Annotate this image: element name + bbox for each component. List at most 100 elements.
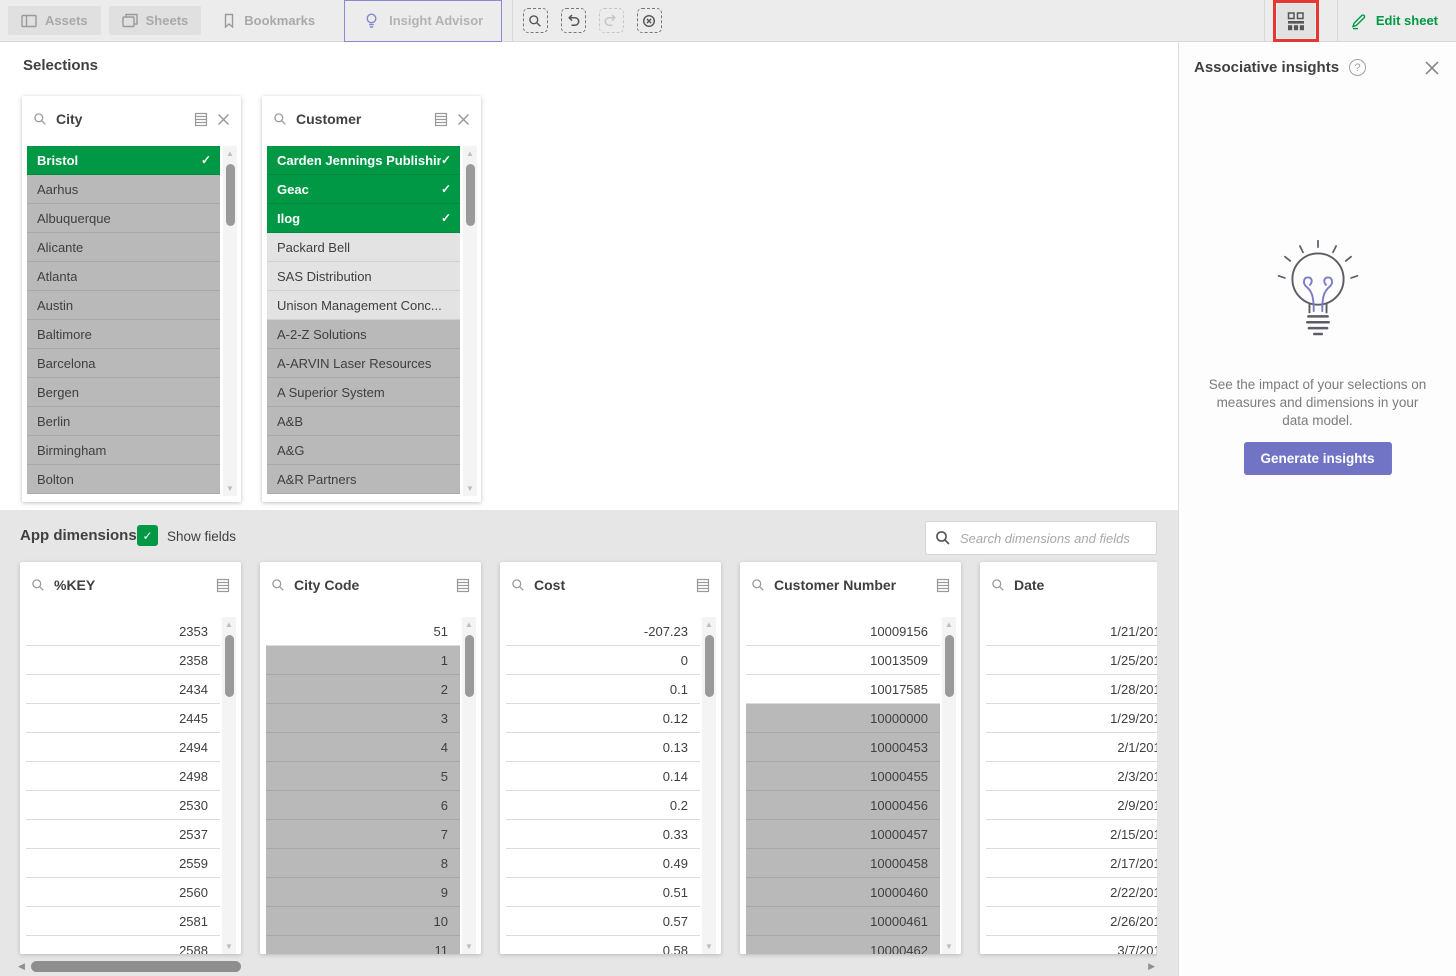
list-item[interactable]: 0.51 — [506, 878, 700, 907]
scroll-up-icon[interactable]: ▲ — [466, 146, 474, 161]
list-item[interactable]: Atlanta — [27, 262, 220, 291]
scroll-down-icon[interactable]: ▼ — [705, 939, 713, 954]
list-item[interactable]: 2/3/2012 — [986, 762, 1157, 791]
list-item[interactable]: 2 — [266, 675, 460, 704]
list-item[interactable]: 2/17/2012 — [986, 849, 1157, 878]
list-item[interactable]: 8 — [266, 849, 460, 878]
horizontal-scrollbar[interactable]: ◀ ▶ — [18, 960, 1155, 973]
scroll-up-icon[interactable]: ▲ — [225, 617, 233, 632]
list-item[interactable]: A-ARVIN Laser Resources — [267, 349, 460, 378]
step-back-button[interactable] — [557, 5, 589, 37]
vertical-scrollbar[interactable]: ▲ ▼ — [222, 617, 236, 954]
list-item[interactable]: 10000457 — [746, 820, 940, 849]
list-item[interactable]: 0 — [506, 646, 700, 675]
list-item[interactable]: 10000461 — [746, 907, 940, 936]
list-item[interactable]: 2/9/2012 — [986, 791, 1157, 820]
vertical-scrollbar[interactable]: ▲ ▼ — [942, 617, 956, 954]
search-icon[interactable] — [991, 578, 1005, 592]
list-item[interactable]: 9 — [266, 878, 460, 907]
insight-advisor-button[interactable]: Insight Advisor — [344, 0, 502, 42]
list-item[interactable]: Bristol✓ — [27, 146, 220, 175]
bookmarks-button[interactable]: Bookmarks — [209, 6, 328, 35]
horizontal-scroll-thumb[interactable] — [31, 961, 241, 972]
list-item[interactable]: 6 — [266, 791, 460, 820]
list-item[interactable]: 10009156 — [746, 617, 940, 646]
list-item[interactable]: 0.33 — [506, 820, 700, 849]
list-item[interactable]: 10000462 — [746, 936, 940, 954]
list-item[interactable]: 10000460 — [746, 878, 940, 907]
close-icon[interactable] — [457, 113, 470, 126]
list-item[interactable]: 2560 — [26, 878, 220, 907]
list-item[interactable]: 0.57 — [506, 907, 700, 936]
help-icon[interactable]: ? — [1349, 59, 1366, 76]
vertical-scrollbar[interactable]: ▲ ▼ — [223, 146, 237, 496]
list-item[interactable]: 10000453 — [746, 733, 940, 762]
list-item[interactable]: Aarhus — [27, 175, 220, 204]
close-icon[interactable] — [217, 113, 230, 126]
generate-insights-button[interactable]: Generate insights — [1243, 442, 1391, 475]
list-item[interactable]: A Superior System — [267, 378, 460, 407]
sheets-button[interactable]: Sheets — [109, 6, 202, 35]
list-menu-icon[interactable] — [936, 578, 950, 593]
list-item[interactable]: 10 — [266, 907, 460, 936]
list-item[interactable]: 10000000 — [746, 704, 940, 733]
list-item[interactable]: 4 — [266, 733, 460, 762]
search-icon[interactable] — [273, 112, 287, 126]
scroll-down-icon[interactable]: ▼ — [225, 939, 233, 954]
vertical-scrollbar[interactable]: ▲ ▼ — [463, 146, 477, 496]
scrollbar-thumb[interactable] — [466, 164, 475, 226]
list-item[interactable]: 0.14 — [506, 762, 700, 791]
scrollbar-thumb[interactable] — [465, 635, 474, 697]
search-icon[interactable] — [33, 112, 47, 126]
list-item[interactable]: Alicante — [27, 233, 220, 262]
list-item[interactable]: 2445 — [26, 704, 220, 733]
list-item[interactable]: 2588 — [26, 936, 220, 954]
list-item[interactable]: Barcelona — [27, 349, 220, 378]
list-item[interactable]: 10000458 — [746, 849, 940, 878]
list-item[interactable]: 10017585 — [746, 675, 940, 704]
selections-tool-button[interactable] — [1277, 4, 1315, 38]
list-item[interactable]: 10000456 — [746, 791, 940, 820]
scroll-up-icon[interactable]: ▲ — [465, 617, 473, 632]
list-item[interactable]: SAS Distribution — [267, 262, 460, 291]
list-item[interactable]: Birmingham — [27, 436, 220, 465]
vertical-scrollbar[interactable]: ▲ ▼ — [462, 617, 476, 954]
list-item[interactable]: 0.58 — [506, 936, 700, 954]
list-item[interactable]: 0.1 — [506, 675, 700, 704]
search-icon[interactable] — [751, 578, 765, 592]
list-item[interactable]: 11 — [266, 936, 460, 954]
list-item[interactable]: Carden Jennings Publishing✓ — [267, 146, 460, 175]
scroll-down-icon[interactable]: ▼ — [465, 939, 473, 954]
list-item[interactable]: 0.12 — [506, 704, 700, 733]
search-icon[interactable] — [31, 578, 45, 592]
scrollbar-thumb[interactable] — [225, 635, 234, 697]
list-item[interactable]: 3 — [266, 704, 460, 733]
list-menu-icon[interactable] — [696, 578, 710, 593]
list-item[interactable]: 2537 — [26, 820, 220, 849]
list-menu-icon[interactable] — [216, 578, 230, 593]
close-icon[interactable] — [1424, 60, 1440, 76]
list-item[interactable]: 10013509 — [746, 646, 940, 675]
list-item[interactable]: Berlin — [27, 407, 220, 436]
list-item[interactable]: Austin — [27, 291, 220, 320]
list-item[interactable]: 1/29/2012 — [986, 704, 1157, 733]
list-item[interactable]: 0.13 — [506, 733, 700, 762]
list-item[interactable]: A&B — [267, 407, 460, 436]
list-item[interactable]: 2494 — [26, 733, 220, 762]
search-icon[interactable] — [271, 578, 285, 592]
edit-sheet-button[interactable]: Edit sheet — [1350, 12, 1438, 30]
list-item[interactable]: Bergen — [27, 378, 220, 407]
scroll-down-icon[interactable]: ▼ — [226, 481, 234, 496]
scrollbar-thumb[interactable] — [226, 164, 235, 226]
scroll-down-icon[interactable]: ▼ — [945, 939, 953, 954]
step-forward-button[interactable] — [595, 5, 627, 37]
list-item[interactable]: Geac✓ — [267, 175, 460, 204]
list-item[interactable]: A&G — [267, 436, 460, 465]
list-item[interactable]: 1 — [266, 646, 460, 675]
list-item[interactable]: 3/7/2012 — [986, 936, 1157, 954]
list-item[interactable]: Albuquerque — [27, 204, 220, 233]
list-item[interactable]: 2353 — [26, 617, 220, 646]
vertical-scrollbar[interactable]: ▲ ▼ — [702, 617, 716, 954]
list-item[interactable]: 5 — [266, 762, 460, 791]
list-item[interactable]: 51 — [266, 617, 460, 646]
